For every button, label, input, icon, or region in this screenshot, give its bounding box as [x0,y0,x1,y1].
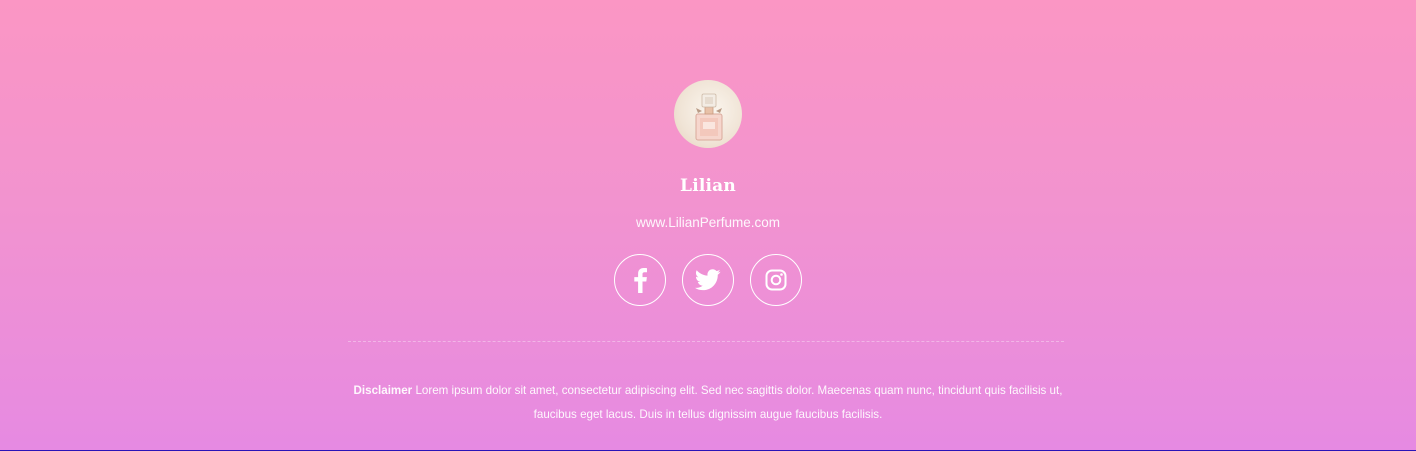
perfume-bottle-image [695,93,723,141]
instagram-icon [765,269,787,291]
twitter-button[interactable] [682,254,734,306]
social-links [614,254,802,306]
disclaimer-text: Lorem ipsum dolor sit amet, consectetur … [415,384,1063,421]
footer-section: Lilian www.LilianPerfume.com Disclaimer … [0,0,1416,451]
website-link[interactable]: www.LilianPerfume.com [0,214,1416,232]
avatar [674,80,742,148]
divider [348,341,1064,342]
brand-name: Lilian [680,176,736,196]
disclaimer-label: Disclaimer [353,384,413,397]
facebook-button[interactable] [614,254,666,306]
instagram-button[interactable] [750,254,802,306]
twitter-icon [695,269,721,291]
facebook-icon [634,268,647,293]
disclaimer: Disclaimer Lorem ipsum dolor sit amet, c… [348,379,1068,427]
